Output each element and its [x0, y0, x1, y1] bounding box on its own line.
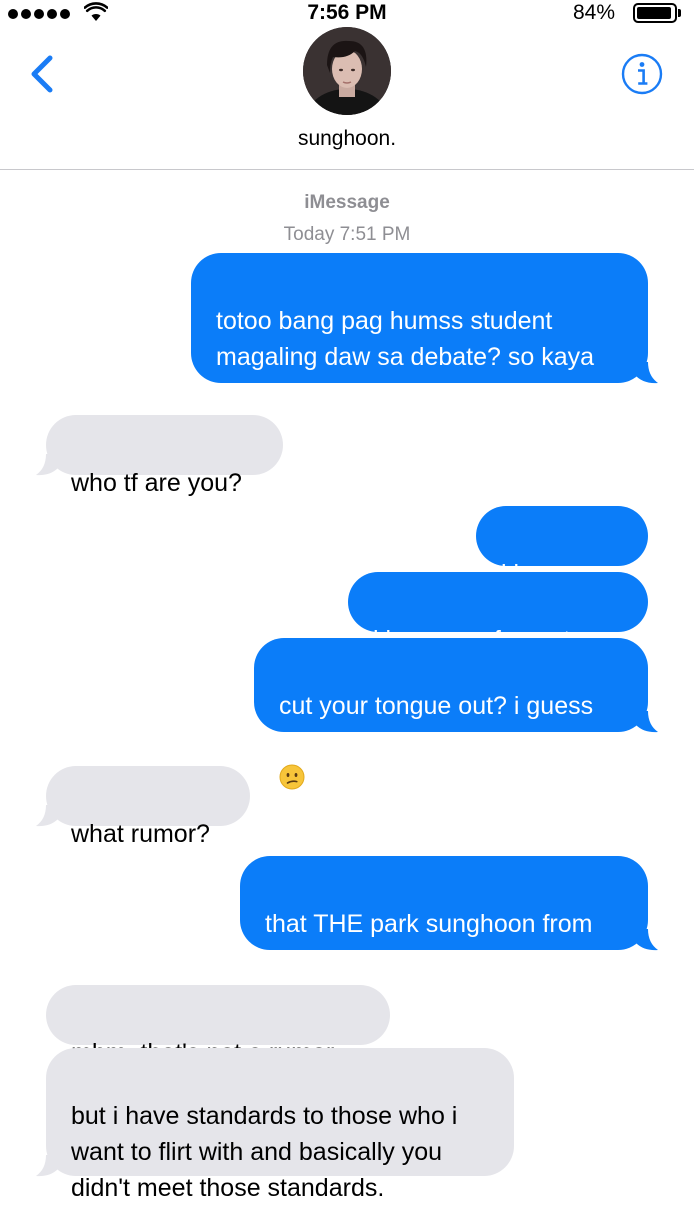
bubble-tail [36, 805, 58, 827]
battery-icon [633, 3, 681, 23]
confused-face-icon [279, 764, 305, 790]
conversation-header: sunghoon. [0, 27, 694, 170]
message-text: totoo bang pag humss student magaling da… [216, 307, 595, 407]
bubble-tail [636, 362, 658, 384]
contact-avatar[interactable] [303, 27, 391, 115]
chevron-left-icon [31, 55, 53, 93]
bubble-tail [636, 929, 658, 951]
bubble-tail [36, 1155, 58, 1177]
contact-name[interactable]: sunghoon. [0, 126, 694, 152]
message-bubble-sent[interactable]: kim sunoo from stem [348, 572, 648, 654]
bubble-tail [36, 454, 58, 476]
message-text: but i have standards to those who i want… [71, 1102, 458, 1202]
message-text: what rumor? [71, 820, 210, 848]
message-bubble-received[interactable]: but i have standards to those who i want… [46, 1048, 514, 1202]
message-bubble-received[interactable]: mhm, that's not a rumor. [46, 985, 390, 1067]
status-bar: 7:56 PM 84% [0, 0, 694, 28]
bubble-tail [636, 711, 658, 733]
message-bubble-sent[interactable]: that THE park sunghoon from humss is goo… [240, 856, 648, 974]
message-bubble-received[interactable]: who tf are you? [46, 415, 283, 497]
message-bubble-received[interactable]: what rumor? [46, 766, 250, 848]
info-circle-icon [621, 53, 663, 95]
message-text: who tf are you? [71, 469, 242, 497]
message-text: cut your tongue out? i guess rumor isn't… [279, 692, 594, 756]
info-button[interactable] [620, 52, 664, 96]
service-label: iMessage [304, 192, 390, 213]
message-text: that THE park sunghoon from humss is goo… [265, 910, 593, 974]
message-timestamp: Today 7:51 PM [283, 224, 411, 245]
message-bubble-sent[interactable]: kim sunoo [476, 506, 648, 588]
message-bubble-sent[interactable]: totoo bang pag humss student magaling da… [191, 253, 648, 407]
back-button[interactable] [24, 52, 60, 96]
battery-percentage: 84% [573, 1, 616, 24]
avatar-photo [303, 27, 391, 115]
message-bubble-sent[interactable]: cut your tongue out? i guess rumor isn't… [254, 638, 648, 790]
